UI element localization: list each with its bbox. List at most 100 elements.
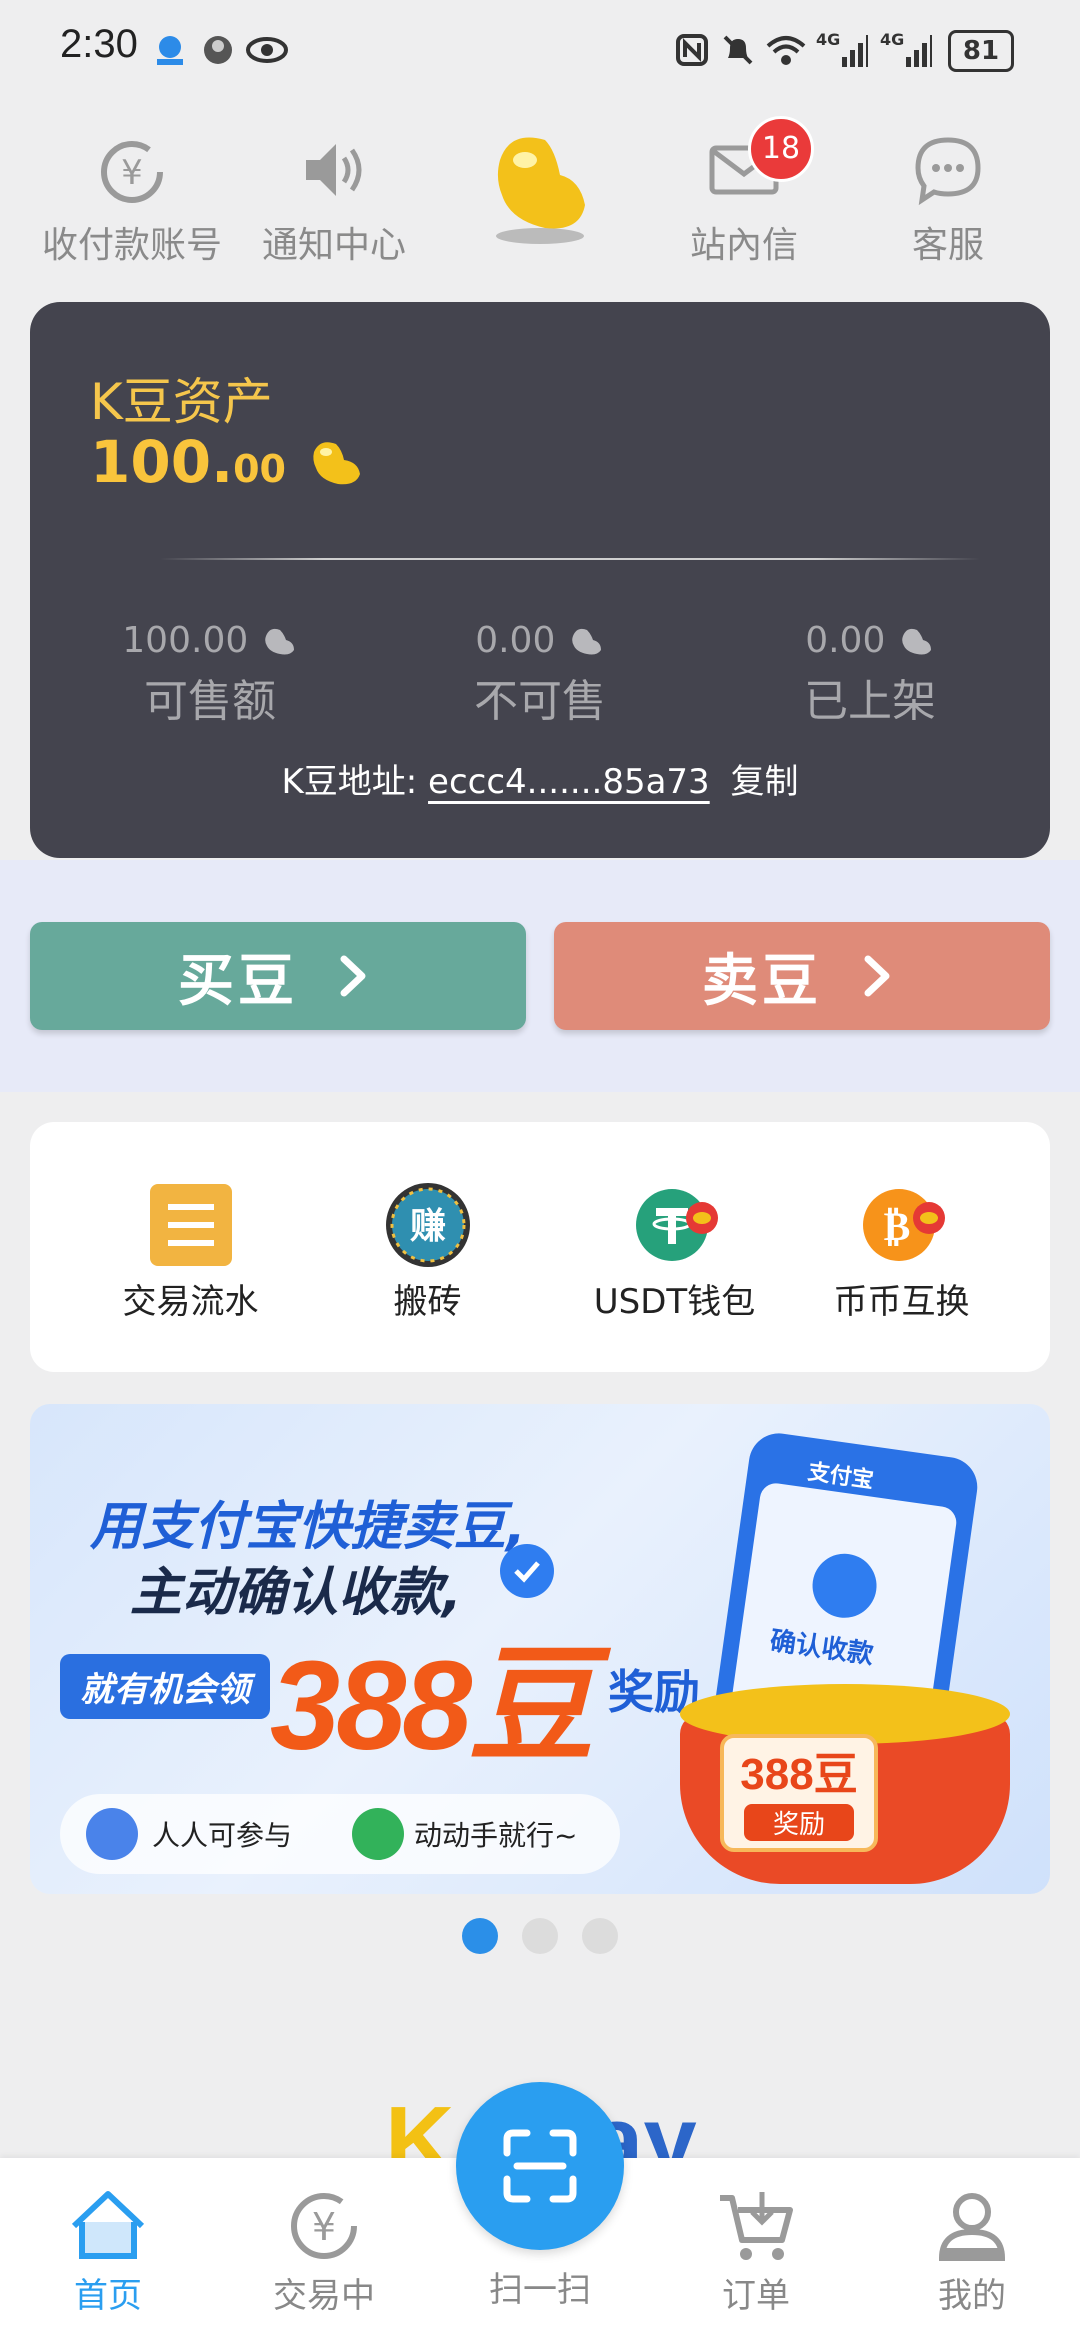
tap-hand-icon	[352, 1808, 404, 1860]
sell-beans-button[interactable]: 卖豆	[554, 922, 1050, 1030]
people-icon	[86, 1808, 138, 1860]
nav-customer-service[interactable]: 客服	[848, 110, 1048, 268]
signal-icon-2: 4G	[880, 30, 932, 70]
copy-address-button[interactable]: 复制	[731, 762, 799, 802]
tab-label: 订单	[722, 2276, 790, 2316]
bean-address-row: K豆地址: eccc4.......85a73 复制	[30, 754, 1050, 803]
svg-text:₿: ₿	[883, 1204, 910, 1250]
tab-label: 扫一扫	[489, 2270, 591, 2310]
asset-title: K豆资产	[90, 373, 273, 431]
menu-label: 交易流水	[122, 1282, 259, 1322]
golden-bean-icon	[470, 120, 610, 250]
svg-text:¥: ¥	[121, 153, 143, 193]
ledger-icon	[148, 1182, 234, 1268]
stat-label: 不可售	[474, 676, 606, 727]
tab-label: 我的	[938, 2276, 1006, 2316]
stat-label: 可售额	[144, 676, 276, 727]
profile-icon	[932, 2188, 1012, 2264]
nav-label: 站內信	[689, 224, 798, 265]
menu-label: USDT钱包	[593, 1282, 756, 1322]
gray-bean-icon	[571, 628, 601, 655]
yen-cycle-icon: ¥	[284, 2188, 364, 2264]
home-icon	[68, 2188, 148, 2264]
avatar-notification-icon	[200, 30, 236, 70]
nav-label: 客服	[911, 224, 984, 265]
feature-menu: 交易流水 赚 搬砖 USDT钱包 ₿ 币币互换	[30, 1122, 1050, 1372]
menu-earn[interactable]: 赚 搬砖	[300, 1182, 555, 1323]
message-count-badge: 18	[748, 116, 814, 182]
tether-wallet-icon	[632, 1182, 718, 1268]
yen-coin-icon: ¥	[92, 130, 172, 210]
nav-messages[interactable]: 站內信	[644, 110, 844, 268]
wifi-icon	[764, 30, 808, 70]
menu-label: 币币互换	[833, 1282, 970, 1322]
card-divider	[160, 558, 980, 560]
stat-value: 0.00	[475, 620, 556, 661]
bean-bowl-illustration: 388豆 奖励	[680, 1684, 1010, 1884]
eye-icon	[244, 30, 290, 70]
menu-coin-swap[interactable]: ₿ 币币互换	[774, 1182, 1029, 1323]
tab-profile[interactable]: 我的	[882, 2188, 1062, 2317]
svg-text:赚: 赚	[409, 1206, 445, 1247]
tab-label: 首页	[74, 2276, 142, 2316]
stat-label: 已上架	[804, 676, 936, 727]
cart-icon	[716, 2188, 796, 2264]
svg-text:¥: ¥	[312, 2205, 336, 2249]
carousel-dots	[0, 1918, 1080, 1958]
nfc-icon	[674, 30, 710, 70]
menu-usdt-wallet[interactable]: USDT钱包	[547, 1182, 802, 1323]
buy-label: 买豆	[178, 948, 298, 1014]
nav-golden-bean[interactable]	[440, 110, 640, 250]
status-bar: 2:30 4G 4G 81	[0, 0, 1080, 100]
bowl-number: 388豆	[740, 1750, 858, 1799]
bitcoin-swap-icon: ₿	[859, 1182, 945, 1268]
buy-beans-button[interactable]: 买豆	[30, 922, 526, 1030]
golden-bean-icon	[313, 442, 361, 485]
sell-label: 卖豆	[702, 948, 822, 1014]
gray-bean-icon	[264, 628, 294, 655]
stat-value: 0.00	[805, 620, 886, 661]
amount-decimal: 00	[233, 447, 286, 491]
bowl-label: 奖励	[744, 1804, 854, 1841]
amount-main: 100.	[90, 428, 234, 496]
nav-label: 收付款账号	[41, 224, 222, 265]
tab-scan[interactable]: 扫一扫	[450, 2258, 630, 2311]
pill-everyone: 人人可参与	[152, 1819, 293, 1852]
menu-label: 搬砖	[393, 1282, 462, 1322]
tab-trading[interactable]: ¥ 交易中	[234, 2188, 414, 2317]
address-value[interactable]: eccc4.......85a73	[428, 762, 710, 802]
chat-bubble-icon	[908, 130, 988, 210]
carousel-dot-2[interactable]	[522, 1918, 558, 1954]
carousel-dot-3[interactable]	[582, 1918, 618, 1954]
tab-orders[interactable]: 订单	[666, 2188, 846, 2317]
banner-pills: 人人可参与 动动手就行~	[60, 1794, 620, 1874]
stat-not-sellable: 0.00 不可售	[390, 620, 690, 729]
tab-label: 交易中	[273, 2276, 375, 2316]
banner-line1: 用支付宝快捷卖豆,	[90, 1497, 526, 1557]
menu-transaction-records[interactable]: 交易流水	[63, 1182, 318, 1323]
nav-label: 通知中心	[261, 224, 406, 265]
promo-banner[interactable]: 用支付宝快捷卖豆, 主动确认收款, 就有机会领 388豆 奖励 人人可参与 动动…	[30, 1404, 1050, 1894]
nav-notification-center[interactable]: 通知中心	[234, 110, 434, 268]
stat-value: 100.00	[122, 620, 249, 661]
status-time: 2:30	[60, 22, 138, 66]
app-notification-icon	[152, 30, 188, 70]
trade-actions: 买豆 卖豆	[0, 860, 1080, 1092]
earn-badge-icon: 赚	[385, 1182, 471, 1268]
nav-payment-accounts[interactable]: ¥ 收付款账号	[32, 110, 232, 268]
scan-button[interactable]	[456, 2082, 624, 2250]
banner-reward-number: 388豆	[270, 1635, 594, 1776]
stat-listed: 0.00 已上架	[720, 620, 1020, 729]
asset-card: K豆资产 100.00 100.00 可售额 0.00 不可售 0.00 已上架…	[30, 302, 1050, 858]
chevron-right-icon	[340, 955, 366, 997]
tab-home[interactable]: 首页	[18, 2188, 198, 2317]
carousel-dot-1[interactable]	[462, 1918, 498, 1954]
speaker-icon	[294, 130, 374, 210]
scan-icon	[503, 2129, 577, 2203]
mute-bell-icon	[718, 30, 758, 70]
check-icon	[500, 1544, 554, 1598]
gray-bean-icon	[901, 628, 931, 655]
signal-icon-1: 4G	[816, 30, 868, 70]
chevron-right-icon	[864, 955, 890, 997]
banner-tag: 就有机会领	[60, 1654, 270, 1719]
